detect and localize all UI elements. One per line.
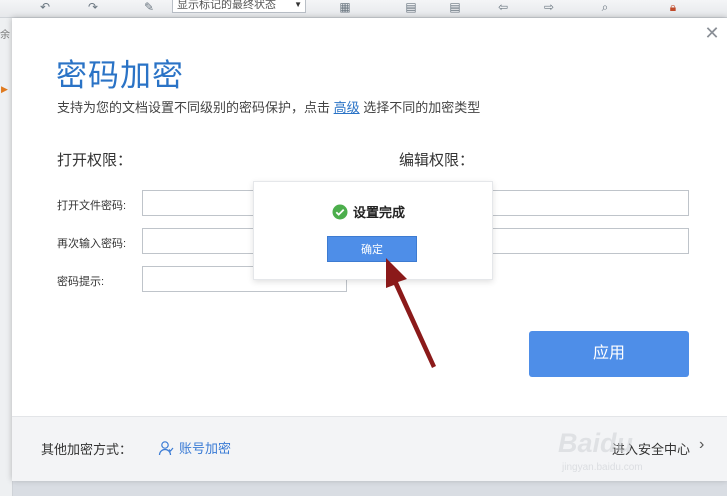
back-icon[interactable]: ⇦ bbox=[494, 0, 512, 14]
search-icon[interactable]: ⌕ bbox=[596, 0, 614, 14]
dialog-title: 密码加密 bbox=[56, 58, 184, 93]
subtitle-text-after: 选择不同的加密类型 bbox=[359, 100, 481, 115]
redo-icon[interactable]: ↷ bbox=[84, 0, 102, 14]
page-icon-2[interactable]: ▤ bbox=[446, 0, 464, 14]
edit-icon[interactable]: ✎ bbox=[140, 0, 158, 14]
markup-display-select-value: 显示标记的最终状态 bbox=[177, 0, 276, 11]
popup-message-text: 设置完成 bbox=[353, 205, 406, 220]
user-icon bbox=[158, 440, 174, 455]
open-permission-heading: 打开权限： bbox=[57, 152, 133, 169]
completion-popup: 设置完成 确定 bbox=[253, 181, 493, 280]
edit-reenter-password-input[interactable] bbox=[482, 228, 689, 254]
edit-password-input[interactable] bbox=[482, 190, 689, 216]
left-strip-glyph: 余 bbox=[0, 30, 10, 41]
forward-icon[interactable]: ⇨ bbox=[540, 0, 558, 14]
account-encrypt-label: 账号加密 bbox=[179, 441, 232, 456]
edit-permission-heading: 编辑权限： bbox=[399, 152, 475, 169]
other-methods-label: 其他加密方式： bbox=[41, 442, 133, 457]
collapse-arrow-icon[interactable]: ▶ bbox=[1, 84, 8, 95]
chevron-right-icon[interactable]: › bbox=[699, 436, 704, 454]
dialog-footer: 其他加密方式： 账号加密 进入安全中心 › bbox=[12, 416, 727, 481]
dialog-subtitle: 支持为您的文档设置不同级别的密码保护，点击 高级 选择不同的加密类型 bbox=[57, 97, 480, 116]
confirm-button[interactable]: 确定 bbox=[327, 236, 417, 262]
undo-icon[interactable]: ↶ bbox=[36, 0, 54, 14]
advanced-link[interactable]: 高级 bbox=[334, 100, 360, 115]
check-circle-icon bbox=[332, 204, 348, 219]
popup-message: 设置完成 bbox=[332, 202, 405, 221]
lock-icon[interactable]: 🔒︎ bbox=[664, 0, 682, 14]
document-check-icon[interactable]: ▦ bbox=[336, 0, 354, 14]
close-icon[interactable]: ✕ bbox=[703, 24, 721, 42]
password-hint-label: 密码提示: bbox=[57, 276, 105, 288]
page-icon[interactable]: ▤ bbox=[402, 0, 420, 14]
apply-button[interactable]: 应用 bbox=[529, 331, 689, 377]
account-encrypt-link[interactable]: 账号加密 bbox=[158, 438, 231, 457]
security-center-link[interactable]: 进入安全中心 bbox=[612, 439, 690, 458]
markup-display-select[interactable]: 显示标记的最终状态 ▼ bbox=[172, 0, 306, 13]
reenter-password-label: 再次输入密码: bbox=[57, 238, 127, 250]
open-password-label: 打开文件密码: bbox=[57, 200, 127, 212]
subtitle-text-before: 支持为您的文档设置不同级别的密码保护，点击 bbox=[57, 100, 334, 115]
chevron-down-icon: ▼ bbox=[294, 0, 302, 9]
background-toolbar: ↶ ↷ ✎ 显示标记的最终状态 ▼ ▦ ▤ ▤ ⇦ ⇨ ⌕ 🔒︎ bbox=[0, 0, 727, 18]
